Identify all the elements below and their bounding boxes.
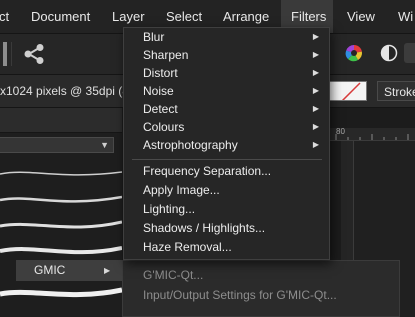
toolbar-separator	[11, 42, 12, 66]
menu-document[interactable]: Document	[31, 0, 91, 33]
menu-item-blur[interactable]: Blur	[143, 28, 164, 46]
document-info: x1024 pixels @ 35dpi (8	[0, 84, 129, 98]
menu-item-sharpen[interactable]: Sharpen	[143, 46, 188, 64]
brush-strokes-preview[interactable]	[0, 164, 122, 317]
share-icon[interactable]	[22, 42, 46, 66]
menu-item-lighting[interactable]: Lighting...	[143, 200, 195, 218]
ruler-tick-label: 80	[336, 128, 345, 136]
color-wheel-icon[interactable]	[345, 44, 363, 62]
menu-item-noise[interactable]: Noise	[143, 82, 174, 100]
toolbar-grip	[3, 42, 7, 66]
stroke-button[interactable]: Stroke	[377, 81, 415, 101]
menu-item-haze-removal[interactable]: Haze Removal...	[143, 238, 232, 256]
submenu-arrow-icon: ▶	[104, 266, 111, 275]
menu-item-shadows-highlights[interactable]: Shadows / Highlights...	[143, 219, 265, 237]
submenu-arrow-icon: ▶	[312, 104, 320, 113]
stroke-label: Stroke	[384, 85, 415, 99]
menu-divider	[132, 159, 322, 160]
brush-category-dropdown[interactable]: ▼	[0, 137, 114, 153]
submenu-arrow-icon: ▶	[312, 122, 320, 131]
gmic-qt-item[interactable]: G'MIC-Qt...	[143, 264, 203, 286]
gmic-label: GMIC	[34, 263, 66, 277]
menu-edit[interactable]: ct	[0, 0, 21, 33]
filters-dropdown-menu: Blur ▶ Sharpen ▶ Distort ▶ Noise ▶ Detec…	[123, 27, 330, 260]
brushes-panel: ▼ GMIC ▶	[0, 108, 124, 317]
gmic-submenu: G'MIC-Qt... Input/Output Settings for G'…	[122, 260, 400, 317]
horizontal-ruler: 80	[326, 128, 415, 141]
menu-window[interactable]: Wi	[398, 0, 415, 33]
toolbar-button-partial[interactable]	[404, 43, 415, 63]
gmic-io-settings-item[interactable]: Input/Output Settings for G'MIC-Qt...	[143, 284, 337, 306]
menu-item-distort[interactable]: Distort	[143, 64, 178, 82]
submenu-arrow-icon: ▶	[312, 86, 320, 95]
menu-view[interactable]: View	[347, 0, 377, 33]
menu-item-frequency-separation[interactable]: Frequency Separation...	[143, 162, 271, 180]
submenu-arrow-icon: ▶	[312, 68, 320, 77]
menu-item-detect[interactable]: Detect	[143, 100, 178, 118]
submenu-arrow-icon: ▶	[312, 140, 320, 149]
submenu-arrow-icon: ▶	[312, 32, 320, 41]
panel-tab-strip	[0, 108, 122, 133]
menu-item-apply-image[interactable]: Apply Image...	[143, 181, 220, 199]
submenu-arrow-icon: ▶	[312, 50, 320, 59]
menu-item-astrophotography[interactable]: Astrophotography	[143, 136, 238, 154]
menu-item-colours[interactable]: Colours	[143, 118, 184, 136]
chevron-down-icon: ▼	[100, 140, 109, 150]
gmic-menu-item[interactable]: GMIC ▶	[16, 260, 124, 281]
menu-filters-label: Filters	[291, 9, 327, 24]
contrast-icon[interactable]	[380, 44, 398, 62]
